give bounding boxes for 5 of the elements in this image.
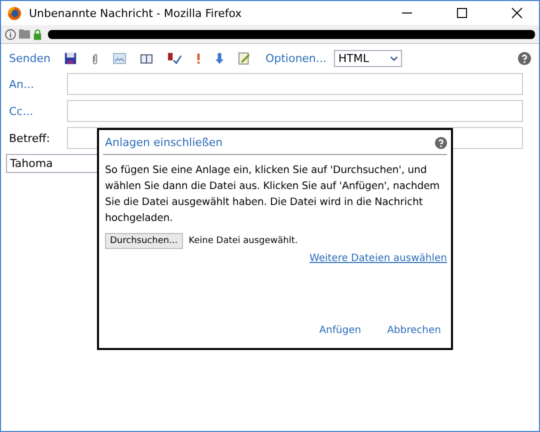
instruction-text: So fügen Sie eine Anlage ein, klicken Sie auf 'Durchsuchen', und wählen Sie dann die Datei aus. Klicken Sie auf 'Anfügen', nachdem Sie die Datei ausgewählt haben. Die Datei wird in die Nachricht hochgeladen. <box>105 164 441 226</box>
file-status: Keine Datei ausgewählt. <box>188 236 298 246</box>
dialog-title: Anlagen einschließen <box>105 136 223 149</box>
field-label: Betreff: <box>9 132 51 144</box>
window-title: Unbenannte Nachricht - Mozilla Firefox <box>29 6 242 20</box>
